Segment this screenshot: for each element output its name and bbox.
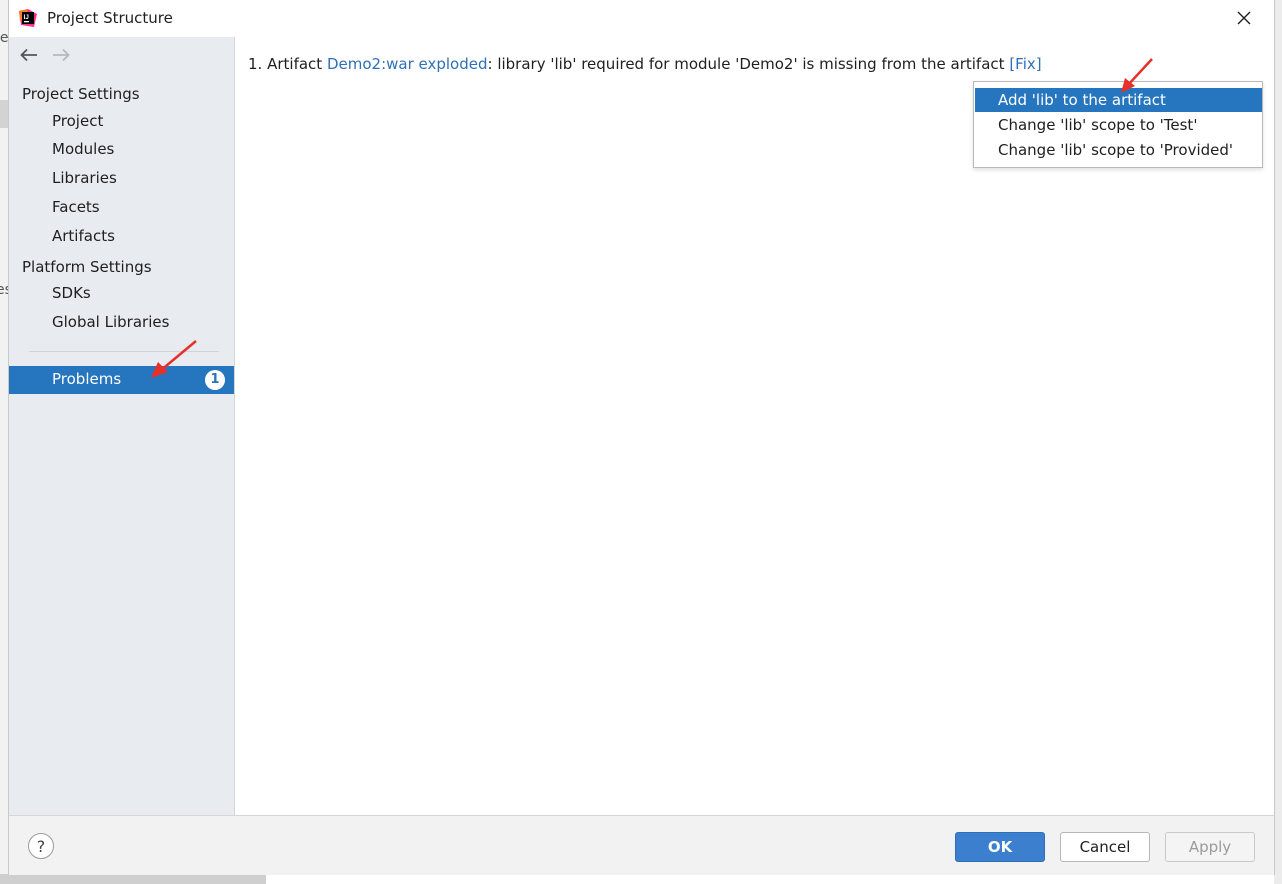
background-block xyxy=(0,100,9,128)
sidebar-item-label: SDKs xyxy=(52,284,91,302)
close-button[interactable] xyxy=(1229,4,1259,32)
title-bar: IJ Project Structure xyxy=(9,0,1274,37)
menu-item-label: Change 'lib' scope to 'Provided' xyxy=(998,141,1234,159)
background-window-strip: le es xyxy=(0,0,12,884)
sidebar-item-sdks[interactable]: SDKs xyxy=(9,280,234,308)
sidebar-item-label: Modules xyxy=(52,140,115,158)
settings-sidebar: Project Settings Project Modules Librari… xyxy=(9,37,235,815)
sidebar-item-facets[interactable]: Facets xyxy=(9,194,234,222)
cancel-button[interactable]: Cancel xyxy=(1060,832,1150,862)
sidebar-item-label: Libraries xyxy=(52,169,117,187)
problems-count-badge: 1 xyxy=(205,370,225,390)
sidebar-item-label: Project xyxy=(52,112,104,130)
problem-entry: 1. Artifact Demo2:war exploded: library … xyxy=(248,55,1042,73)
sidebar-item-modules[interactable]: Modules xyxy=(9,136,234,164)
platform-settings-header: Platform Settings xyxy=(22,258,152,276)
menu-item-change-scope-test[interactable]: Change 'lib' scope to 'Test' xyxy=(975,113,1262,137)
back-button[interactable] xyxy=(17,45,41,65)
sidebar-item-label: Problems xyxy=(52,370,122,388)
window-title: Project Structure xyxy=(47,9,173,27)
artifact-link[interactable]: Demo2:war exploded xyxy=(327,55,488,73)
project-settings-header: Project Settings xyxy=(22,85,140,103)
arrow-left-icon xyxy=(20,48,37,62)
sidebar-item-label: Global Libraries xyxy=(52,313,170,331)
intellij-app-icon: IJ xyxy=(19,9,37,27)
menu-item-label: Add 'lib' to the artifact xyxy=(998,91,1166,109)
problem-message: : library 'lib' required for module 'Dem… xyxy=(487,55,1005,73)
sidebar-item-libraries[interactable]: Libraries xyxy=(9,165,234,193)
sidebar-item-label: Facets xyxy=(52,198,100,216)
svg-text:IJ: IJ xyxy=(24,14,30,21)
problems-panel: 1. Artifact Demo2:war exploded: library … xyxy=(235,37,1274,815)
forward-button[interactable] xyxy=(49,45,73,65)
apply-button[interactable]: Apply xyxy=(1165,832,1255,862)
menu-item-label: Change 'lib' scope to 'Test' xyxy=(998,116,1198,134)
background-window-strip xyxy=(1274,0,1282,884)
project-structure-dialog: IJ Project Structure Project Settings Pr… xyxy=(9,0,1274,875)
sidebar-item-project[interactable]: Project xyxy=(9,108,234,136)
dialog-footer: ? OK Cancel Apply xyxy=(9,815,1274,875)
close-icon xyxy=(1237,11,1251,25)
sidebar-item-label: Artifacts xyxy=(52,227,115,245)
help-button[interactable]: ? xyxy=(28,833,54,859)
sidebar-item-artifacts[interactable]: Artifacts xyxy=(9,223,234,251)
sidebar-item-global-libraries[interactable]: Global Libraries xyxy=(9,309,234,337)
menu-item-change-scope-provided[interactable]: Change 'lib' scope to 'Provided' xyxy=(975,138,1262,162)
menu-item-add-lib-to-artifact[interactable]: Add 'lib' to the artifact xyxy=(975,88,1262,112)
background-window-strip xyxy=(0,874,266,884)
sidebar-item-problems[interactable]: Problems 1 xyxy=(9,366,234,394)
navigation-arrows xyxy=(17,45,77,65)
problem-prefix: Artifact xyxy=(267,55,323,73)
fix-link[interactable]: [Fix] xyxy=(1009,55,1041,73)
ok-button[interactable]: OK xyxy=(955,832,1045,862)
sidebar-divider xyxy=(29,351,219,352)
background-text: le xyxy=(0,30,9,46)
fix-options-popup: Add 'lib' to the artifact Change 'lib' s… xyxy=(973,81,1263,168)
arrow-right-icon xyxy=(53,48,70,62)
problem-index: 1. xyxy=(248,55,263,73)
